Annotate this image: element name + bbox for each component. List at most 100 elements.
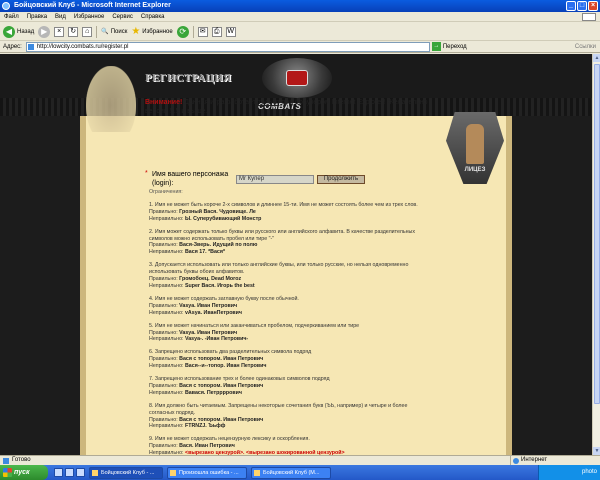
home-icon: ⌂ bbox=[82, 26, 93, 37]
history-button[interactable]: ⟳ bbox=[176, 25, 189, 38]
back-label: Назад bbox=[17, 28, 35, 35]
maximize-button[interactable]: □ bbox=[577, 1, 587, 11]
rule-correct-label: Правильно: bbox=[149, 208, 178, 215]
rule-correct: Правильно: Вася-Зверь. Идущий по полю bbox=[149, 242, 429, 249]
rules-title: Ограничения: bbox=[149, 189, 183, 195]
forward-button[interactable]: ▶ bbox=[38, 25, 51, 38]
mail-button[interactable]: ✉ bbox=[197, 26, 208, 37]
browser-warning: Внимание! Данная игра работает только по… bbox=[145, 98, 445, 116]
rule-wrong-label: Неправильно: bbox=[149, 249, 184, 256]
task-label: Бойцовский Клуб - ... bbox=[101, 469, 155, 476]
system-tray: photo bbox=[538, 465, 600, 480]
edit-button[interactable]: W bbox=[225, 26, 236, 37]
rule-text: 3. Допускается использовать или только а… bbox=[149, 262, 409, 276]
start-button[interactable]: пуск bbox=[0, 465, 48, 480]
scroll-up-icon[interactable]: ▲ bbox=[593, 54, 600, 62]
quick-launch-folder-icon[interactable] bbox=[76, 468, 85, 477]
rule-text: 6. Запрещено использовать два разделител… bbox=[149, 349, 312, 356]
menu-help[interactable]: Справка bbox=[141, 12, 165, 21]
go-arrow-icon: → bbox=[431, 42, 441, 51]
toolbar-separator bbox=[96, 25, 98, 38]
close-button[interactable]: × bbox=[588, 1, 598, 11]
rule-correct-example: Громобоец. Dead Moroz bbox=[179, 276, 242, 283]
links-button[interactable]: Ссылки bbox=[575, 44, 596, 50]
stop-button[interactable]: × bbox=[54, 26, 65, 37]
window-titlebar: Бойцовский Клуб - Microsoft Internet Exp… bbox=[0, 0, 600, 12]
menu-view[interactable]: Вид bbox=[55, 12, 66, 21]
toolbar-separator bbox=[192, 25, 194, 38]
vertical-scrollbar[interactable]: ▲ ▼ bbox=[592, 54, 600, 455]
rule-text: 7. Запрещено использование трех и более … bbox=[149, 376, 330, 383]
rule-wrong: Неправильно: Вася--и--топор. Иван Петров… bbox=[149, 363, 429, 370]
taskbar-item-fightclub-2[interactable]: Бойцовский Клуб (М... bbox=[251, 466, 331, 479]
scroll-down-icon[interactable]: ▼ bbox=[593, 447, 600, 455]
login-input[interactable]: Mr Купер bbox=[236, 175, 314, 184]
quick-launch bbox=[54, 468, 85, 477]
history-icon: ⟳ bbox=[176, 25, 189, 38]
continue-button[interactable]: Продолжить bbox=[317, 175, 365, 184]
rule-item: 7. Запрещено использование трех и более … bbox=[149, 376, 429, 397]
warrior-illustration bbox=[86, 66, 136, 132]
taskbar-item-fightclub-1[interactable]: Бойцовский Клуб - ... bbox=[89, 466, 163, 479]
address-url: http://lowcity.combats.ru/register.pl bbox=[36, 43, 129, 50]
ie-icon bbox=[2, 2, 10, 10]
warning-text-pre: Данная игра работает bbox=[182, 99, 258, 106]
windows-flag-icon bbox=[3, 468, 12, 477]
menu-favorites[interactable]: Избранное bbox=[74, 12, 104, 21]
address-label: Адрес: bbox=[3, 43, 22, 50]
rule-text: 4. Имя не может содержать заглавную букв… bbox=[149, 295, 299, 302]
rule-item: 6. Запрещено использовать два разделител… bbox=[149, 349, 429, 370]
ie-task-icon bbox=[170, 469, 176, 476]
parchment-edge-right bbox=[506, 116, 512, 455]
stop-icon: × bbox=[54, 26, 65, 37]
address-input[interactable]: http://lowcity.combats.ru/register.pl bbox=[25, 41, 430, 52]
start-label: пуск bbox=[14, 469, 30, 476]
rule-item: 1. Имя не может быть короче 2-х символов… bbox=[149, 202, 429, 223]
quick-launch-desktop-icon[interactable] bbox=[65, 468, 74, 477]
search-label: Поиск bbox=[110, 28, 128, 35]
globe-icon bbox=[513, 458, 519, 464]
taskbar-item-error[interactable]: Произошла ошибка - ... bbox=[167, 466, 247, 479]
rule-correct-example: Вася с топором. Иван Петрович bbox=[179, 356, 264, 363]
menu-file[interactable]: Файл bbox=[4, 12, 19, 21]
refresh-icon: ↻ bbox=[68, 26, 79, 37]
rule-correct-label: Правильно: bbox=[149, 416, 178, 423]
back-arrow-icon: ◀ bbox=[3, 25, 15, 38]
rule-item: 8. Имя должно быть читаемым. Запрещены н… bbox=[149, 403, 429, 431]
rule-wrong-example: Ы. Суперубивающий Монстр bbox=[184, 215, 262, 222]
required-star: * bbox=[145, 170, 148, 177]
search-button[interactable]: 🔍 Поиск bbox=[101, 28, 128, 36]
menu-edit[interactable]: Правка bbox=[27, 12, 47, 21]
minimize-button[interactable]: _ bbox=[566, 1, 576, 11]
quick-launch-ie-icon[interactable] bbox=[54, 468, 63, 477]
rule-correct: Правильно: Грозный Вася. Чудовище. Ле bbox=[149, 209, 429, 216]
rule-wrong-label: Неправильно: bbox=[149, 389, 184, 396]
favorites-label: Избранное bbox=[142, 28, 173, 35]
rule-text: 5. Имя не может начинаться или заканчива… bbox=[149, 322, 360, 329]
warrior-figure-icon bbox=[466, 124, 484, 164]
rule-wrong-label: Неправильно: bbox=[149, 309, 184, 316]
back-button[interactable]: ◀ Назад bbox=[3, 25, 35, 38]
home-button[interactable]: ⌂ bbox=[82, 26, 93, 37]
window-title: Бойцовский Клуб - Microsoft Internet Exp… bbox=[14, 2, 171, 9]
print-button[interactable]: ⎙ bbox=[211, 26, 222, 37]
status-page-icon bbox=[3, 458, 9, 464]
rule-wrong: Неправильно: Вася 17. *Вася* bbox=[149, 249, 429, 256]
rule-correct-label: Правильно: bbox=[149, 276, 178, 283]
rule-wrong-label: Неправильно: bbox=[149, 282, 184, 289]
menu-tools[interactable]: Сервис bbox=[112, 12, 133, 21]
rule-wrong: Неправильно: Ы. Суперубивающий Монстр bbox=[149, 216, 429, 223]
page-title: РЕГИСТРАЦИЯ bbox=[145, 72, 232, 84]
go-button[interactable]: → Переход bbox=[431, 42, 467, 51]
edit-icon: W bbox=[225, 26, 236, 37]
rule-correct-label: Правильно: bbox=[149, 382, 178, 389]
refresh-button[interactable]: ↻ bbox=[68, 26, 79, 37]
right-dark-panel bbox=[512, 116, 592, 455]
ie-task-icon bbox=[254, 469, 260, 476]
rule-wrong-example: vAsya. ИванПетрович bbox=[184, 309, 243, 316]
menu-bar: Файл Правка Вид Избранное Сервис Справка bbox=[0, 12, 600, 22]
favorites-button[interactable]: ★ Избранное bbox=[131, 26, 172, 37]
rule-correct-label: Правильно: bbox=[149, 242, 178, 249]
name-label: Имя вашего персонажа (login): bbox=[152, 171, 229, 187]
scroll-thumb[interactable] bbox=[594, 64, 600, 404]
